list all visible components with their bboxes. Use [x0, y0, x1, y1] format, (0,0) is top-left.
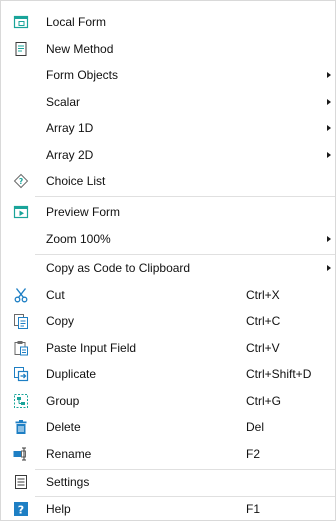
- rename-icon: [13, 446, 29, 462]
- menu-item-form-objects[interactable]: Form Objects: [2, 62, 335, 89]
- menu-item-local-form[interactable]: Local Form: [2, 9, 335, 36]
- menu-item-rename[interactable]: Rename F2: [2, 441, 335, 468]
- menu-item-label: Settings: [46, 475, 89, 489]
- local-form-icon: [13, 14, 29, 30]
- menu-item-array-1d[interactable]: Array 1D: [2, 115, 335, 142]
- shortcut-label: Ctrl+V: [246, 341, 280, 355]
- menu-item-copy[interactable]: Copy Ctrl+C: [2, 308, 335, 335]
- menu-item-label: Preview Form: [46, 205, 120, 219]
- svg-text:?: ?: [19, 177, 23, 186]
- menu-item-label: Delete: [46, 420, 81, 434]
- submenu-arrow-icon: [327, 125, 331, 131]
- menu-item-delete[interactable]: Delete Del: [2, 414, 335, 441]
- menu-item-cut[interactable]: Cut Ctrl+X: [2, 282, 335, 309]
- menu-item-label: Copy: [46, 314, 74, 328]
- menu-item-paste-input-field[interactable]: Paste Input Field Ctrl+V: [2, 335, 335, 362]
- menu-item-preview-form[interactable]: Preview Form: [2, 199, 335, 226]
- menu-item-label: Copy as Code to Clipboard: [46, 261, 190, 275]
- submenu-arrow-icon: [327, 99, 331, 105]
- submenu-arrow-icon: [327, 152, 331, 158]
- menu-item-label: Array 1D: [46, 121, 93, 135]
- shortcut-label: Ctrl+Shift+D: [246, 367, 311, 381]
- menu-item-choice-list[interactable]: ? Choice List: [2, 168, 335, 195]
- submenu-arrow-icon: [327, 265, 331, 271]
- settings-icon: [13, 474, 29, 490]
- menu-item-label: Paste Input Field: [46, 341, 136, 355]
- shortcut-label: F2: [246, 447, 260, 461]
- shortcut-label: Ctrl+C: [246, 314, 280, 328]
- context-menu: Local Form New Method Form Objects Scala…: [0, 0, 336, 521]
- submenu-arrow-icon: [327, 72, 331, 78]
- svg-text:?: ?: [18, 503, 24, 516]
- menu-separator: [35, 196, 335, 197]
- shortcut-label: Ctrl+X: [246, 288, 280, 302]
- menu-item-group[interactable]: Group Ctrl+G: [2, 388, 335, 415]
- new-method-icon: [13, 41, 29, 57]
- group-icon: [13, 393, 29, 409]
- copy-icon: [13, 313, 29, 329]
- menu-item-array-2d[interactable]: Array 2D: [2, 142, 335, 169]
- menu-item-label: Choice List: [46, 174, 105, 188]
- paste-icon: [13, 340, 29, 356]
- menu-item-settings[interactable]: Settings: [2, 469, 335, 496]
- menu-item-scalar[interactable]: Scalar: [2, 89, 335, 116]
- help-icon: ?: [13, 501, 29, 517]
- menu-item-label: Local Form: [46, 15, 106, 29]
- menu-item-zoom[interactable]: Zoom 100%: [2, 226, 335, 253]
- choice-list-icon: ?: [13, 173, 29, 189]
- menu-item-help[interactable]: ? Help F1: [2, 496, 335, 522]
- menu-item-copy-as-code[interactable]: Copy as Code to Clipboard: [2, 255, 335, 282]
- menu-item-label: Rename: [46, 447, 91, 461]
- shortcut-label: Ctrl+G: [246, 394, 281, 408]
- menu-item-label: New Method: [46, 42, 113, 56]
- menu-item-label: Cut: [46, 288, 65, 302]
- menu-item-label: Array 2D: [46, 148, 93, 162]
- menu-item-label: Duplicate: [46, 367, 96, 381]
- menu-item-label: Help: [46, 502, 71, 516]
- submenu-arrow-icon: [327, 236, 331, 242]
- menu-item-label: Form Objects: [46, 68, 118, 82]
- scissors-icon: [13, 287, 29, 303]
- menu-item-label: Zoom 100%: [46, 232, 111, 246]
- menu-item-duplicate[interactable]: Duplicate Ctrl+Shift+D: [2, 361, 335, 388]
- duplicate-icon: [13, 366, 29, 382]
- menu-item-new-method[interactable]: New Method: [2, 36, 335, 63]
- preview-form-icon: [13, 204, 29, 220]
- shortcut-label: F1: [246, 502, 260, 516]
- shortcut-label: Del: [246, 420, 264, 434]
- menu-item-label: Scalar: [46, 95, 80, 109]
- trash-icon: [13, 419, 29, 435]
- menu-item-label: Group: [46, 394, 79, 408]
